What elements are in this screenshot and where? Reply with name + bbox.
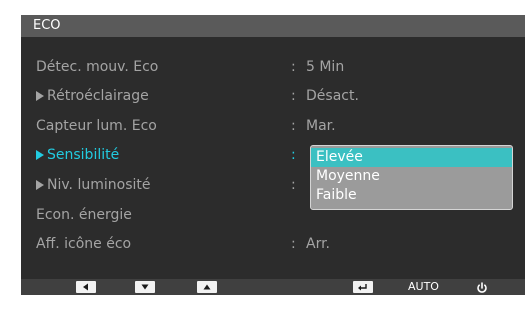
menu-item-sensibilite[interactable]: Sensibilité: [36, 147, 119, 163]
menu-item-econ-energie[interactable]: Econ. énergie: [36, 207, 132, 223]
bottom-control-bar: AUTO: [21, 279, 525, 295]
dropdown-option-elevee[interactable]: Elevée: [311, 148, 512, 167]
title-bar: ECO: [21, 15, 525, 37]
submenu-arrow-icon: [36, 91, 44, 101]
menu-item-aff-icone-eco[interactable]: Aff. icône éco: [36, 236, 131, 252]
separator-colon: :: [291, 177, 296, 193]
left-arrow-key-icon[interactable]: [76, 281, 96, 293]
dropdown-option-moyenne[interactable]: Moyenne: [311, 167, 512, 186]
separator-colon: :: [291, 236, 296, 252]
menu-item-label: Aff. icône éco: [36, 236, 132, 252]
menu-item-value: Mar.: [306, 118, 336, 134]
menu-item-retroeclairage[interactable]: Rétroéclairage: [36, 88, 149, 104]
menu-item-value: Arr.: [306, 236, 331, 252]
enter-key-icon[interactable]: [353, 281, 373, 293]
menu-item-label: Niv. luminosité: [47, 177, 151, 193]
separator-colon: :: [291, 88, 296, 104]
submenu-arrow-icon: [36, 180, 44, 190]
menu-item-label: Sensibilité: [47, 147, 120, 163]
down-arrow-key-icon[interactable]: [135, 281, 155, 293]
power-icon[interactable]: [475, 280, 489, 299]
auto-button[interactable]: AUTO: [408, 280, 439, 293]
menu-item-detec-mouv-eco[interactable]: Détec. mouv. Eco: [36, 59, 158, 75]
menu-item-value: Désact.: [306, 88, 359, 104]
menu-item-label: Rétroéclairage: [47, 88, 149, 104]
menu-item-label: Détec. mouv. Eco: [36, 59, 159, 75]
up-arrow-key-icon[interactable]: [197, 281, 217, 293]
separator-colon: :: [291, 59, 296, 75]
sensibilite-dropdown[interactable]: Elevée Moyenne Faible: [310, 145, 513, 210]
eco-osd-menu: ECO Détec. mouv. Eco : 5 Min Rétroéclair…: [21, 15, 525, 295]
menu-item-value: 5 Min: [306, 59, 345, 75]
submenu-arrow-icon: [36, 150, 44, 160]
menu-item-label: Econ. énergie: [36, 207, 132, 223]
separator-colon: :: [291, 147, 296, 163]
dropdown-option-faible[interactable]: Faible: [311, 186, 512, 205]
separator-colon: :: [291, 118, 296, 134]
menu-title: ECO: [33, 18, 61, 33]
menu-item-label: Capteur lum. Eco: [36, 118, 157, 134]
menu-item-niv-luminosite[interactable]: Niv. luminosité: [36, 177, 150, 193]
menu-item-capteur-lum-eco[interactable]: Capteur lum. Eco: [36, 118, 157, 134]
